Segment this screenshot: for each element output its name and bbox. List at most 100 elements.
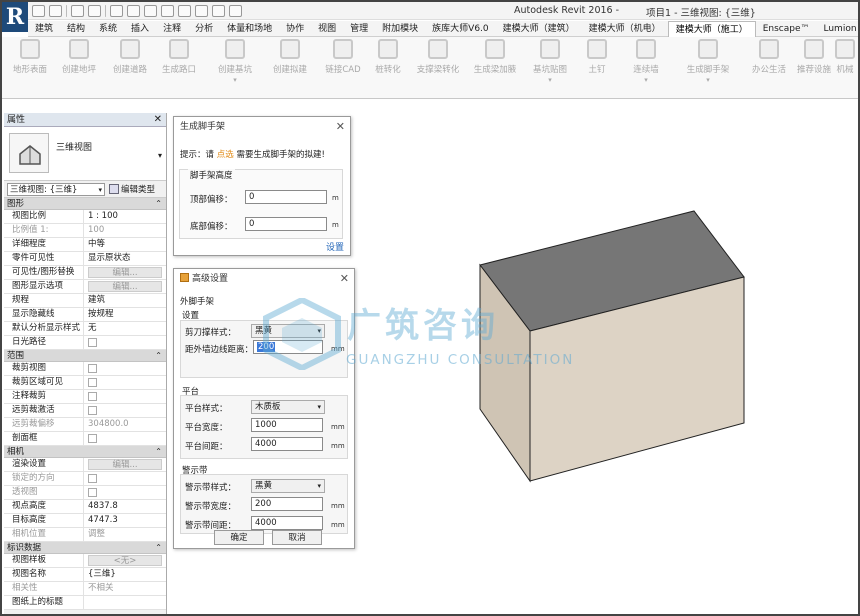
close-icon[interactable]: ✕ bbox=[154, 113, 162, 127]
top-offset-input[interactable]: 0 bbox=[245, 190, 327, 204]
ok-button[interactable]: 确定 bbox=[214, 530, 264, 545]
instance-selector[interactable]: 三维视图: {三维} ▾ bbox=[7, 182, 105, 196]
property-value[interactable]: 编辑... bbox=[84, 280, 166, 293]
platform-spacing-input[interactable]: 4000 bbox=[251, 437, 323, 451]
property-group-header[interactable]: 相机 ⌃ bbox=[4, 446, 166, 458]
ribbon-beam-haunch-button[interactable]: 生成梁加腋 bbox=[469, 39, 521, 75]
ribbon-planned-building-button[interactable]: 创建拟建 bbox=[264, 39, 316, 75]
property-value[interactable]: 中等 bbox=[84, 238, 166, 251]
switch-windows-icon[interactable] bbox=[229, 5, 242, 17]
property-edit-button[interactable]: 编辑... bbox=[88, 267, 162, 278]
3d-view-icon[interactable] bbox=[161, 5, 174, 17]
tab-collaborate[interactable]: 协作 bbox=[279, 21, 311, 37]
property-value[interactable]: 编辑... bbox=[84, 458, 166, 471]
ribbon-scaffold-button[interactable]: 生成脚手架 ▾ bbox=[682, 39, 734, 84]
property-edit-button[interactable]: 编辑... bbox=[88, 459, 162, 470]
tab-enscape[interactable]: Enscape™ bbox=[756, 21, 817, 37]
bottom-offset-input[interactable]: 0 bbox=[245, 217, 327, 231]
redo-icon[interactable] bbox=[88, 5, 101, 17]
property-value[interactable]: 4837.8 bbox=[84, 500, 166, 513]
property-value[interactable]: 无 bbox=[84, 322, 166, 335]
thin-lines-icon[interactable] bbox=[195, 5, 208, 17]
warning-tape-width-input[interactable]: 200 bbox=[251, 497, 323, 511]
undo-icon[interactable] bbox=[71, 5, 84, 17]
property-checkbox[interactable] bbox=[88, 338, 97, 347]
text-icon[interactable] bbox=[144, 5, 157, 17]
property-value[interactable]: 建筑 bbox=[84, 294, 166, 307]
property-value[interactable] bbox=[84, 336, 166, 349]
tab-insert[interactable]: 插入 bbox=[124, 21, 156, 37]
property-value[interactable] bbox=[84, 596, 166, 609]
section-icon[interactable] bbox=[178, 5, 191, 17]
property-value[interactable] bbox=[84, 432, 166, 445]
property-value[interactable]: {三维} bbox=[84, 568, 166, 581]
property-value[interactable]: 100 bbox=[84, 224, 166, 237]
tab-architecture[interactable]: 建筑 bbox=[28, 21, 60, 37]
property-group-header[interactable]: 标识数据 ⌃ bbox=[4, 542, 166, 554]
property-group-header[interactable]: 图形 ⌃ bbox=[4, 198, 166, 210]
collapse-icon[interactable]: ⌃ bbox=[155, 350, 162, 362]
property-value[interactable]: 调整 bbox=[84, 528, 166, 541]
tab-view[interactable]: 视图 bbox=[311, 21, 343, 37]
cancel-button[interactable]: 取消 bbox=[272, 530, 322, 545]
property-value[interactable]: 编辑... bbox=[84, 266, 166, 279]
property-checkbox[interactable] bbox=[88, 434, 97, 443]
platform-width-input[interactable]: 1000 bbox=[251, 418, 323, 432]
close-icon[interactable]: ✕ bbox=[340, 269, 349, 289]
property-value[interactable] bbox=[84, 472, 166, 485]
ribbon-toposurface-button[interactable]: 地形表面 bbox=[4, 39, 56, 75]
property-value[interactable] bbox=[84, 376, 166, 389]
settings-link[interactable]: 设置 bbox=[326, 240, 344, 253]
tab-manage[interactable]: 管理 bbox=[343, 21, 375, 37]
property-value[interactable]: 按规程 bbox=[84, 308, 166, 321]
revit-logo-icon[interactable]: R bbox=[2, 2, 28, 32]
measure-icon[interactable] bbox=[127, 5, 140, 17]
edit-type-button[interactable]: 编辑类型 bbox=[109, 183, 155, 195]
tab-analyze[interactable]: 分析 bbox=[188, 21, 220, 37]
tab-annotate[interactable]: 注释 bbox=[156, 21, 188, 37]
pick-link[interactable]: 点选 bbox=[217, 150, 234, 160]
collapse-icon[interactable]: ⌃ bbox=[155, 446, 162, 458]
tab-modeling-construction[interactable]: 建模大师（施工） bbox=[667, 20, 756, 37]
property-edit-button[interactable]: <无> bbox=[88, 555, 162, 566]
warning-tape-style-select[interactable]: 黑黄 ▾ bbox=[251, 479, 325, 493]
tab-family-library[interactable]: 族库大师V6.0 bbox=[425, 21, 495, 37]
property-value[interactable]: 显示原状态 bbox=[84, 252, 166, 265]
property-checkbox[interactable] bbox=[88, 364, 97, 373]
property-group-header[interactable]: 范围 ⌃ bbox=[4, 350, 166, 362]
ribbon-pit-texture-button[interactable]: 基坑贴图 ▾ bbox=[524, 39, 576, 84]
tab-addins[interactable]: 附加模块 bbox=[375, 21, 425, 37]
property-value[interactable]: 不相关 bbox=[84, 582, 166, 595]
tab-structure[interactable]: 结构 bbox=[60, 21, 92, 37]
property-value[interactable] bbox=[84, 404, 166, 417]
property-value[interactable]: <无> bbox=[84, 554, 166, 567]
collapse-icon[interactable]: ⌃ bbox=[155, 198, 162, 210]
ribbon-brace-beam-button[interactable]: 支撑梁转化 bbox=[412, 39, 464, 75]
property-checkbox[interactable] bbox=[88, 488, 97, 497]
property-edit-button[interactable]: 编辑... bbox=[88, 281, 162, 292]
collapse-icon[interactable]: ⌃ bbox=[155, 542, 162, 554]
ribbon-intersection-button[interactable]: 生成路口 bbox=[153, 39, 205, 75]
tab-massing-site[interactable]: 体量和场地 bbox=[220, 21, 279, 37]
property-checkbox[interactable] bbox=[88, 392, 97, 401]
warning-tape-spacing-input[interactable]: 4000 bbox=[251, 516, 323, 530]
ribbon-soil-nail-button[interactable]: 土钉 bbox=[571, 39, 623, 75]
chevron-down-icon[interactable]: ▾ bbox=[158, 151, 162, 160]
tab-modeling-mep[interactable]: 建模大师（机电） bbox=[582, 21, 668, 37]
property-value[interactable]: 304800.0 bbox=[84, 418, 166, 431]
property-value[interactable] bbox=[84, 390, 166, 403]
ribbon-floor-button[interactable]: 创建地坪 bbox=[53, 39, 105, 75]
property-checkbox[interactable] bbox=[88, 378, 97, 387]
property-checkbox[interactable] bbox=[88, 474, 97, 483]
property-value[interactable] bbox=[84, 362, 166, 375]
close-icon[interactable]: ✕ bbox=[336, 117, 345, 137]
open-icon[interactable] bbox=[32, 5, 45, 17]
type-selector[interactable]: 三维视图 ▾ bbox=[4, 127, 166, 181]
ribbon-diaphragm-wall-button[interactable]: 连续墙 ▾ bbox=[620, 39, 672, 84]
close-hidden-icon[interactable] bbox=[212, 5, 225, 17]
property-value[interactable]: 1 : 100 bbox=[84, 210, 166, 223]
tab-lumion[interactable]: Lumion bbox=[817, 21, 859, 37]
platform-style-select[interactable]: 木质板 ▾ bbox=[251, 400, 325, 414]
save-icon[interactable] bbox=[49, 5, 62, 17]
property-value[interactable] bbox=[84, 486, 166, 499]
